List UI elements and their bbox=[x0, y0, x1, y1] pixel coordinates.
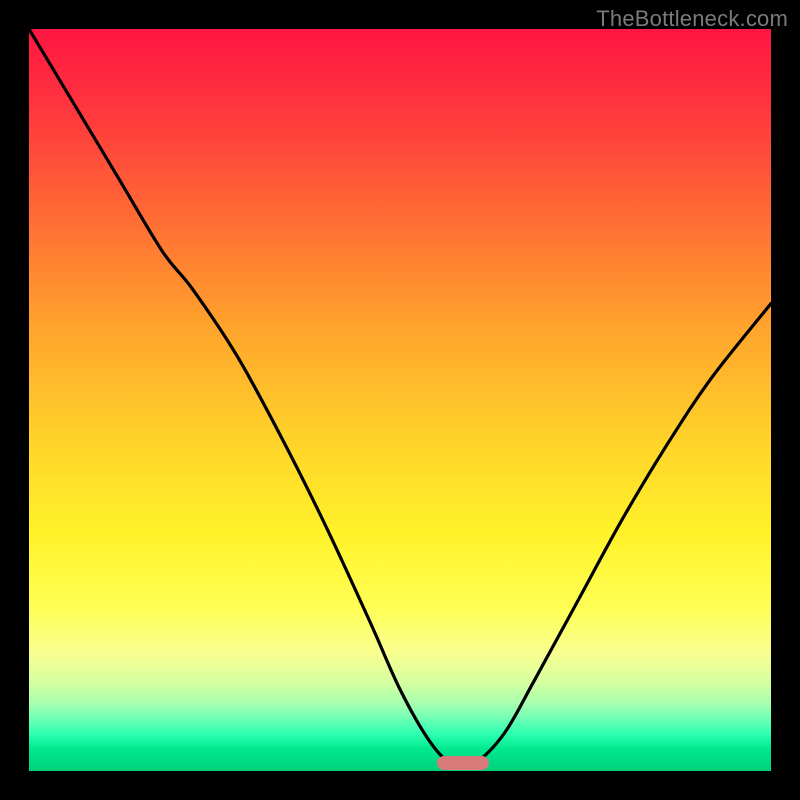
optimal-range-marker bbox=[437, 756, 489, 770]
bottleneck-curve bbox=[29, 29, 771, 771]
plot-area bbox=[29, 29, 771, 771]
watermark-text: TheBottleneck.com bbox=[596, 6, 788, 32]
chart-frame: TheBottleneck.com bbox=[0, 0, 800, 800]
